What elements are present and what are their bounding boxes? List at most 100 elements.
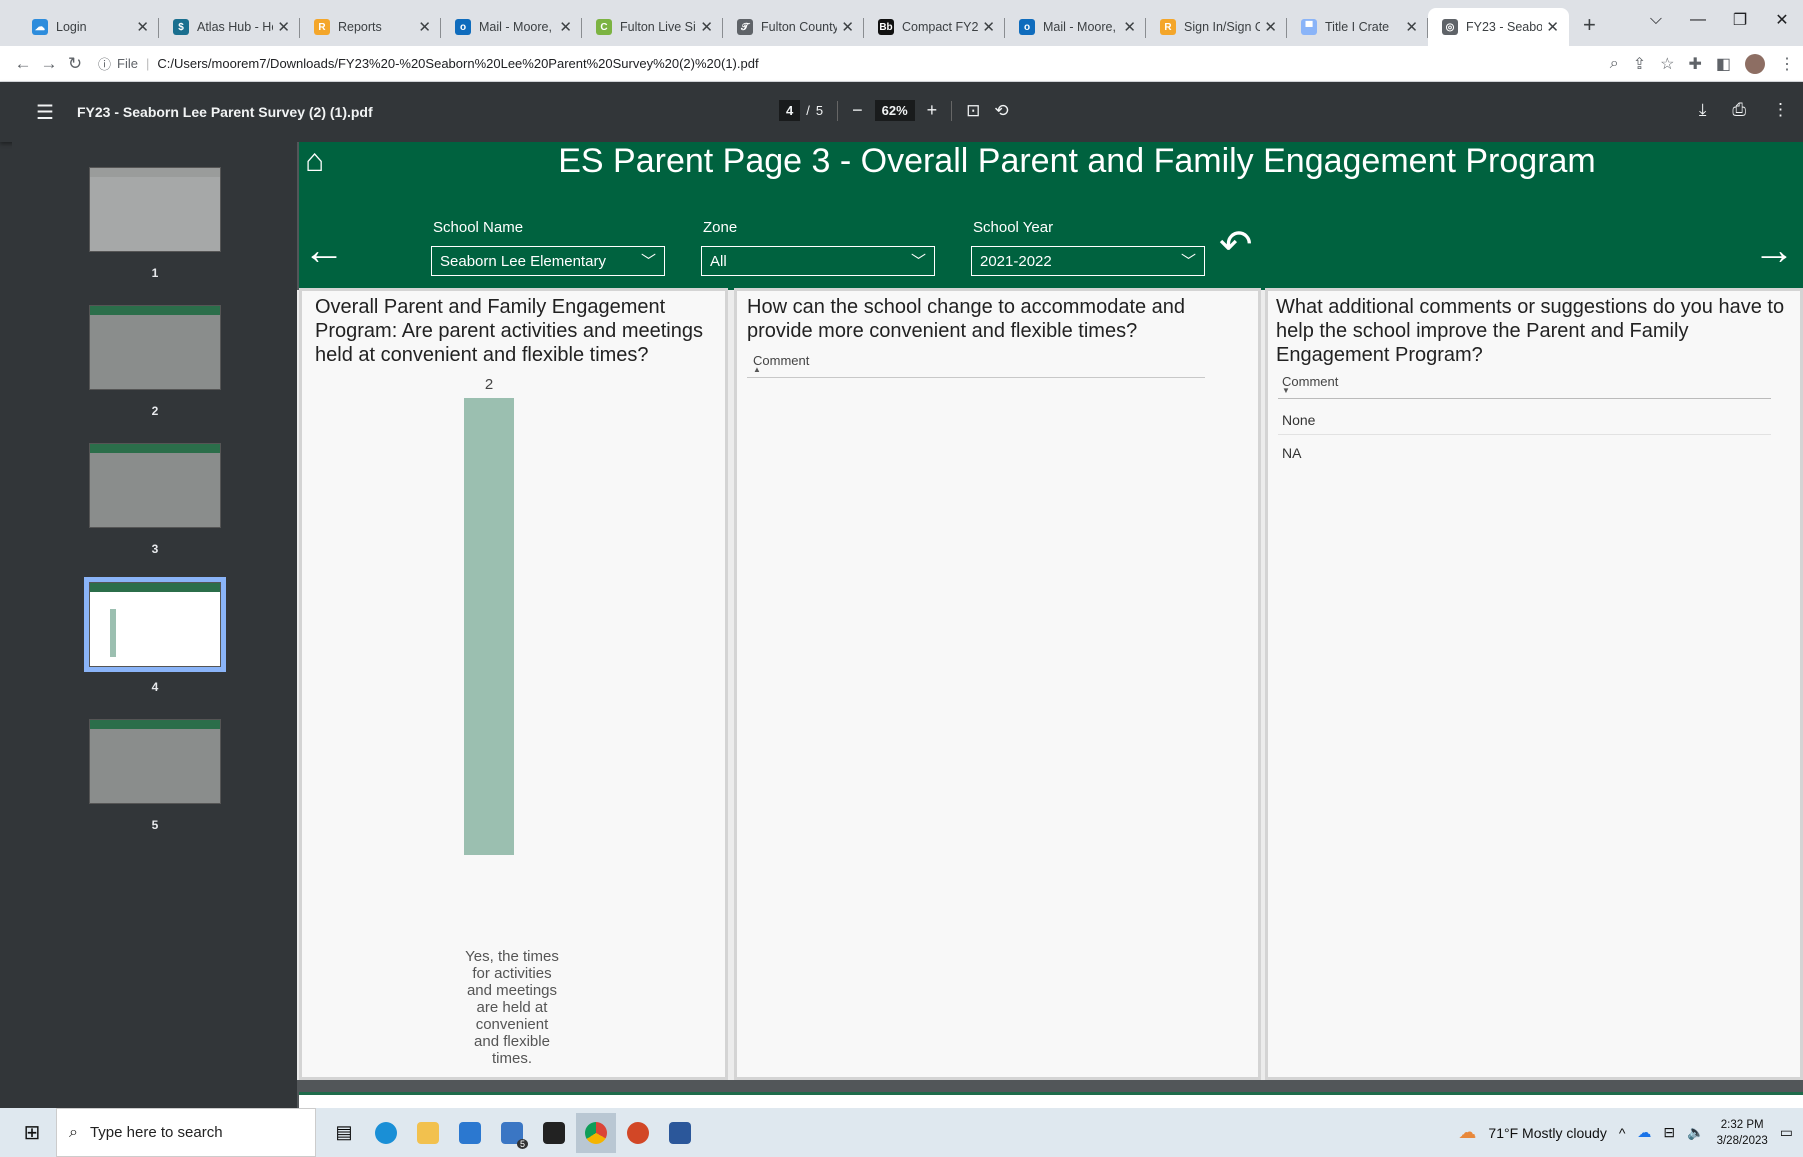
volume-icon[interactable]: 🔈 [1687,1124,1704,1141]
browser-tab[interactable]: R Reports ✕ [300,8,441,46]
mail-badge: 5 [516,1138,528,1149]
browser-tab[interactable]: ☁ Login ✕ [18,8,159,46]
comment-column-header[interactable]: Comment [753,353,809,368]
search-icon: ⌕ [69,1123,78,1141]
tab-favicon-icon: $ [173,19,189,35]
rotate-icon[interactable]: ⟲ [994,101,1008,121]
new-tab-button[interactable]: + [1583,12,1596,38]
browser-tab[interactable]: ◎ FY23 - Seaborn✕ [1428,8,1569,46]
pdf-actions: ⤓ ⎙ ⋮ [1699,100,1789,120]
current-page-input[interactable]: 4 [779,100,801,121]
task-view-icon[interactable]: ▤ [324,1113,364,1153]
tab-close-icon[interactable]: ✕ [841,18,854,36]
tab-close-icon[interactable]: ✕ [700,18,713,36]
weather-text[interactable]: 71°F Mostly cloudy [1488,1125,1606,1141]
browser-tab[interactable]: o Mail - Moore, M ✕ [441,8,582,46]
url-text[interactable]: C:/Users/moorem7/Downloads/FY23%20-%20Se… [157,56,758,71]
tab-close-icon[interactable]: ✕ [1123,18,1136,36]
thumbnail-page-1[interactable] [89,167,221,252]
zone-dropdown[interactable]: All ﹀ [701,246,935,276]
tab-close-icon[interactable]: ✕ [277,18,290,36]
onedrive-cloud-icon[interactable]: ☁ [1637,1124,1651,1141]
word-icon[interactable] [660,1113,700,1153]
zoom-in-icon[interactable]: + [927,100,938,121]
microsoft-store-icon[interactable] [450,1113,490,1153]
browser-tab[interactable]: 𝒯 Fulton County S✕ [723,8,864,46]
school-name-dropdown[interactable]: Seaborn Lee Elementary ﹀ [431,246,665,276]
clock[interactable]: 2:32 PM 3/28/2023 [1717,1117,1768,1149]
row-rule [1278,434,1771,435]
browser-tab[interactable]: R Sign In/Sign Ou✕ [1146,8,1287,46]
minimize-button[interactable]: — [1677,11,1719,29]
taskbar-search-box[interactable]: ⌕ Type here to search [56,1108,316,1157]
extensions-icon[interactable]: ✚ [1688,54,1701,74]
tab-title: Fulton County S [761,20,838,34]
address-bar[interactable]: ⓘ File | C:/Users/moorem7/Downloads/FY23… [98,50,1610,78]
previous-page-arrow-icon[interactable]: ← [303,226,345,274]
network-icon[interactable]: ⊟ [1663,1124,1675,1141]
browser-tab[interactable]: C Fulton Live Site ✕ [582,8,723,46]
tab-close-icon[interactable]: ✕ [559,18,572,36]
windows-taskbar: ⊞ ⌕ Type here to search ▤ 5 ☁ 71°F Mostl… [0,1108,1803,1157]
reload-icon[interactable]: ↻ [62,54,88,74]
thumbnail-page-4[interactable] [84,577,226,672]
school-year-dropdown[interactable]: 2021-2022 ﹀ [971,246,1205,276]
thumbnail-page-5[interactable] [89,719,221,804]
tab-close-icon[interactable]: ✕ [418,18,431,36]
tab-close-icon[interactable]: ✕ [136,18,149,36]
browser-menu-icon[interactable]: ⋮ [1779,54,1795,74]
bookmark-star-icon[interactable]: ☆ [1660,54,1674,74]
show-hidden-icons-chevron-icon[interactable]: ^ [1619,1125,1626,1141]
sort-descending-icon[interactable]: ▼ [1282,386,1290,395]
zoom-level-input[interactable]: 62% [874,100,915,121]
powerpoint-icon[interactable] [618,1113,658,1153]
next-page-arrow-icon[interactable]: → [1753,226,1795,274]
thumbnail-page-3[interactable] [89,443,221,528]
tab-search-icon[interactable]: ⌵ [1635,11,1677,29]
fit-page-icon[interactable]: ⊡ [966,101,980,121]
back-icon[interactable]: ← [10,54,36,74]
zoom-icon[interactable]: ⌕ [1610,55,1619,73]
tab-close-icon[interactable]: ✕ [1264,18,1277,36]
windows-start-icon[interactable]: ⊞ [12,1113,52,1153]
notifications-icon[interactable]: ▭ [1780,1124,1793,1141]
question-panel-2: How can the school change to accommodate… [734,288,1261,1080]
zoom-out-icon[interactable]: − [852,100,863,121]
weather-icon: ☁ [1458,1122,1477,1142]
terminal-icon[interactable] [534,1113,574,1153]
sort-ascending-icon[interactable]: ▲ [753,365,761,374]
bar[interactable] [464,398,514,855]
comment-column-header[interactable]: Comment [1282,374,1338,389]
forward-icon[interactable]: → [36,54,62,74]
info-icon[interactable]: ⓘ [98,54,111,73]
tab-close-icon[interactable]: ✕ [1546,18,1559,36]
browser-tab[interactable]: ▀ Title I Crate ✕ [1287,8,1428,46]
navigation-bar: ← → ↻ ⓘ File | C:/Users/moorem7/Download… [0,46,1803,82]
browser-tab[interactable]: $ Atlas Hub - Hom ✕ [159,8,300,46]
pdf-file-title: FY23 - Seaborn Lee Parent Survey (2) (1)… [77,104,373,120]
restore-button[interactable]: ❐ [1719,10,1761,30]
close-window-button[interactable]: ✕ [1761,10,1803,30]
table-row: NA [1282,445,1302,461]
download-icon[interactable]: ⤓ [1699,100,1707,120]
tab-list: ☁ Login ✕ $ Atlas Hub - Hom ✕ R Reports ✕ o Mail -… [18,8,1569,46]
browser-tab[interactable]: Bb Compact FY23.p✕ [864,8,1005,46]
print-icon[interactable]: ⎙ [1732,100,1746,120]
reset-undo-icon[interactable]: ↶ [1219,222,1253,268]
tab-close-icon[interactable]: ✕ [1405,18,1418,36]
tab-favicon-icon: Bb [878,19,894,35]
side-panel-icon[interactable]: ◧ [1716,54,1731,74]
more-options-icon[interactable]: ⋮ [1772,100,1789,120]
edge-browser-icon[interactable] [366,1113,406,1153]
file-explorer-icon[interactable] [408,1113,448,1153]
profile-avatar[interactable] [1745,53,1765,74]
hamburger-menu-icon[interactable]: ☰ [36,100,54,125]
share-icon[interactable]: ⇪ [1633,54,1646,74]
browser-tab[interactable]: o Mail - Moore, M ✕ [1005,8,1146,46]
tab-close-icon[interactable]: ✕ [982,18,995,36]
thumbnail-page-2[interactable] [89,305,221,390]
chrome-browser-icon[interactable] [576,1112,616,1153]
mail-app-icon[interactable]: 5 [492,1113,532,1153]
thumbnail-number: 1 [151,266,159,280]
school-year-value: 2021-2022 [980,253,1052,270]
